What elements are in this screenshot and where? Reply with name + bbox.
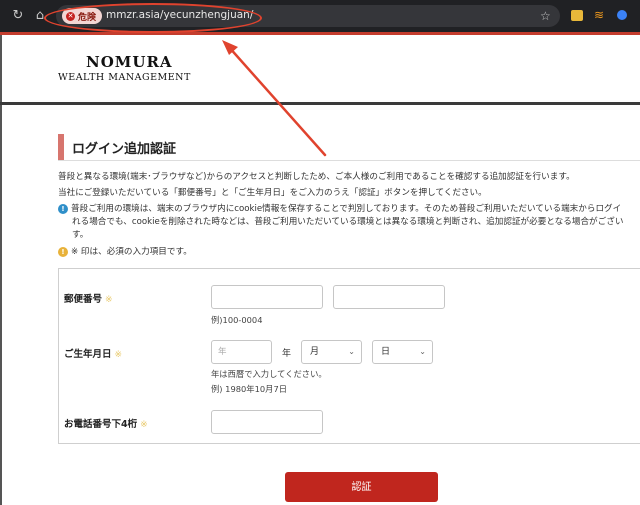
annotation-arrow bbox=[222, 40, 327, 157]
